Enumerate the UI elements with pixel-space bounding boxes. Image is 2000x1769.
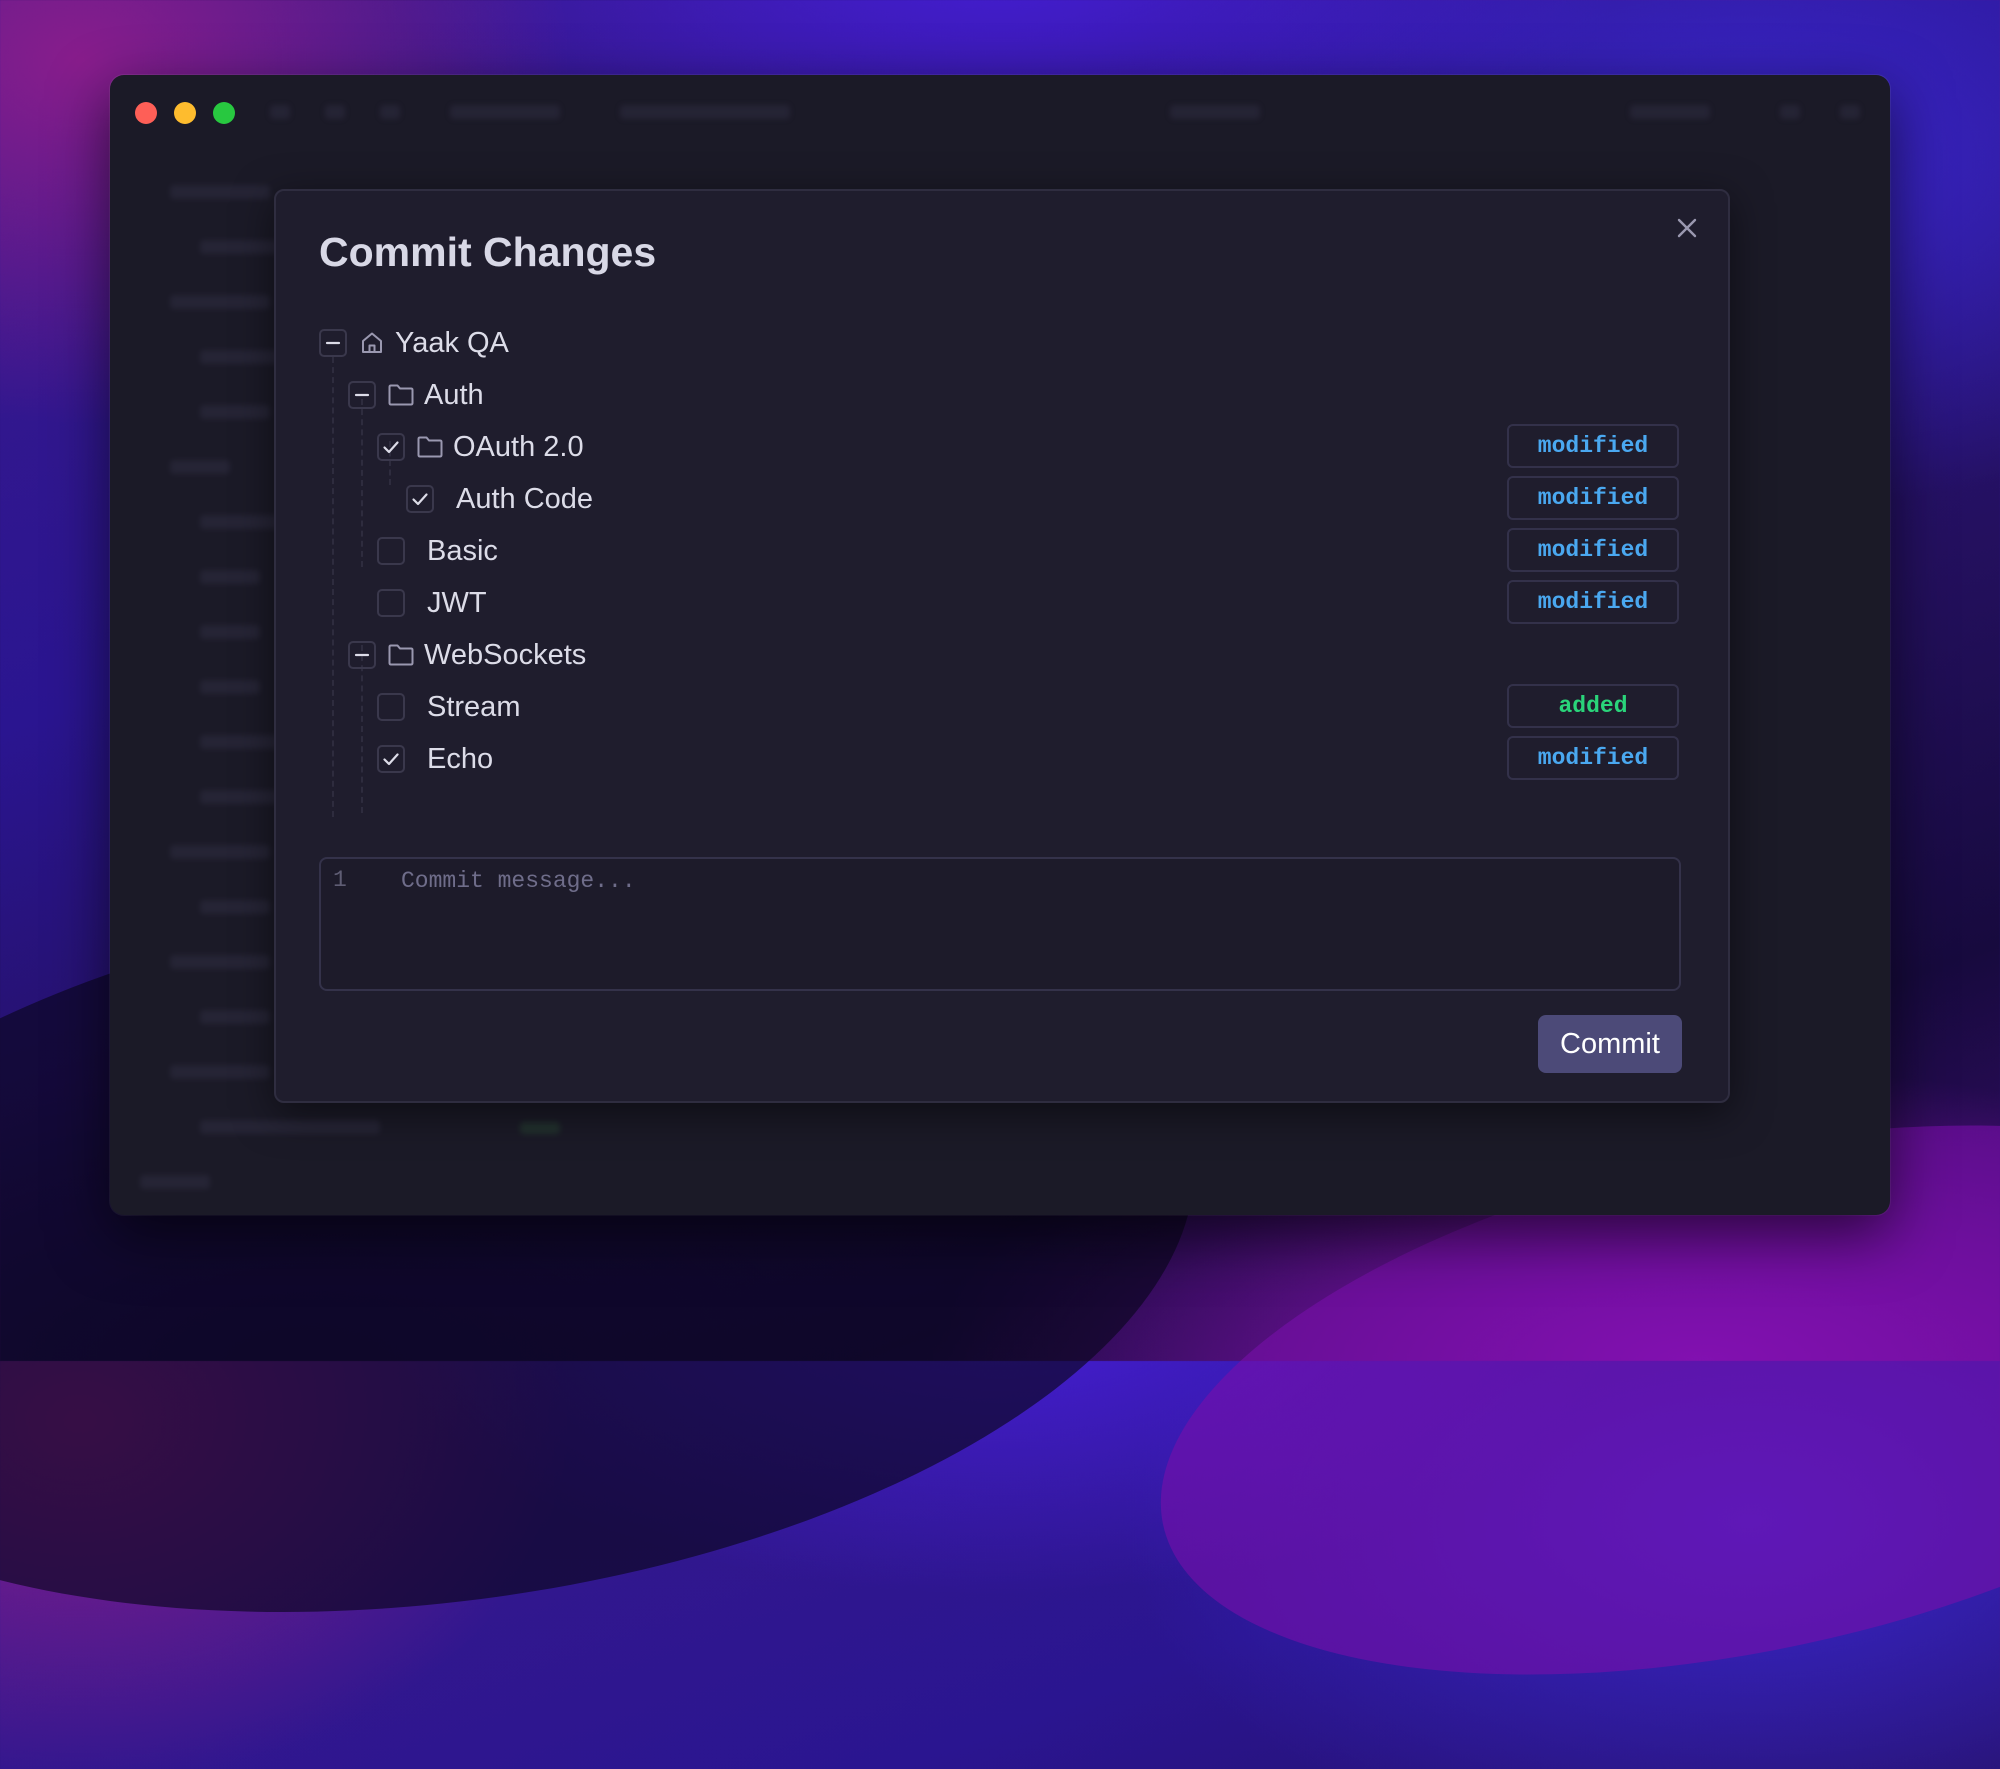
include-checkbox[interactable]	[377, 433, 405, 461]
collapse-toggle[interactable]	[348, 641, 376, 669]
tree-row[interactable]: Basic modified	[319, 525, 1679, 577]
collapse-toggle[interactable]	[348, 381, 376, 409]
folder-icon	[384, 381, 418, 409]
tree-row[interactable]: WebSockets	[319, 629, 1679, 681]
check-icon	[383, 753, 399, 766]
tree-item-label: JWT	[427, 586, 487, 619]
tree-row[interactable]: Auth Code modified	[319, 473, 1679, 525]
close-icon	[1677, 218, 1697, 238]
include-checkbox[interactable]	[377, 537, 405, 565]
status-badge: added	[1507, 684, 1679, 728]
folder-icon	[413, 433, 447, 461]
status-badge: modified	[1507, 736, 1679, 780]
commit-message-input[interactable]	[399, 863, 1663, 899]
commit-button[interactable]: Commit	[1538, 1015, 1682, 1073]
folder-icon	[384, 641, 418, 669]
collapse-toggle[interactable]	[319, 329, 347, 357]
tree-item-label: Stream	[427, 690, 521, 723]
changes-tree: Yaak QA Auth OAuth 2.0 modified Auth Code mod…	[319, 317, 1679, 817]
app-window: Commit Changes Yaak QA Auth OAuth 2.0 modif…	[110, 75, 1890, 1215]
check-icon	[412, 493, 428, 506]
commit-message-editor[interactable]: 1	[319, 857, 1681, 991]
tree-item-label: WebSockets	[424, 638, 587, 671]
tree-item-label: Yaak QA	[395, 326, 509, 359]
include-checkbox[interactable]	[377, 745, 405, 773]
minus-icon	[354, 393, 370, 397]
tree-item-label: OAuth 2.0	[453, 430, 584, 463]
tree-row[interactable]: Auth	[319, 369, 1679, 421]
commit-dialog: Commit Changes Yaak QA Auth OAuth 2.0 modif…	[274, 189, 1730, 1103]
minus-icon	[325, 341, 341, 345]
tree-row[interactable]: OAuth 2.0 modified	[319, 421, 1679, 473]
include-checkbox[interactable]	[406, 485, 434, 513]
tree-item-label: Echo	[427, 742, 494, 775]
tree-row[interactable]: Echo modified	[319, 733, 1679, 785]
tree-row[interactable]: Stream added	[319, 681, 1679, 733]
status-badge: modified	[1507, 580, 1679, 624]
line-number: 1	[333, 867, 347, 893]
close-dialog-button[interactable]	[1672, 213, 1702, 243]
dialog-title: Commit Changes	[319, 229, 657, 275]
tree-item-label: Basic	[427, 534, 498, 567]
include-checkbox[interactable]	[377, 589, 405, 617]
tree-row[interactable]: Yaak QA	[319, 317, 1679, 369]
tree-item-label: Auth Code	[456, 482, 594, 515]
minus-icon	[354, 653, 370, 657]
status-badge: modified	[1507, 528, 1679, 572]
status-badge: modified	[1507, 424, 1679, 468]
home-icon	[355, 329, 389, 357]
check-icon	[383, 441, 399, 454]
tree-row[interactable]: JWT modified	[319, 577, 1679, 629]
tree-item-label: Auth	[424, 378, 484, 411]
include-checkbox[interactable]	[377, 693, 405, 721]
status-badge: modified	[1507, 476, 1679, 520]
